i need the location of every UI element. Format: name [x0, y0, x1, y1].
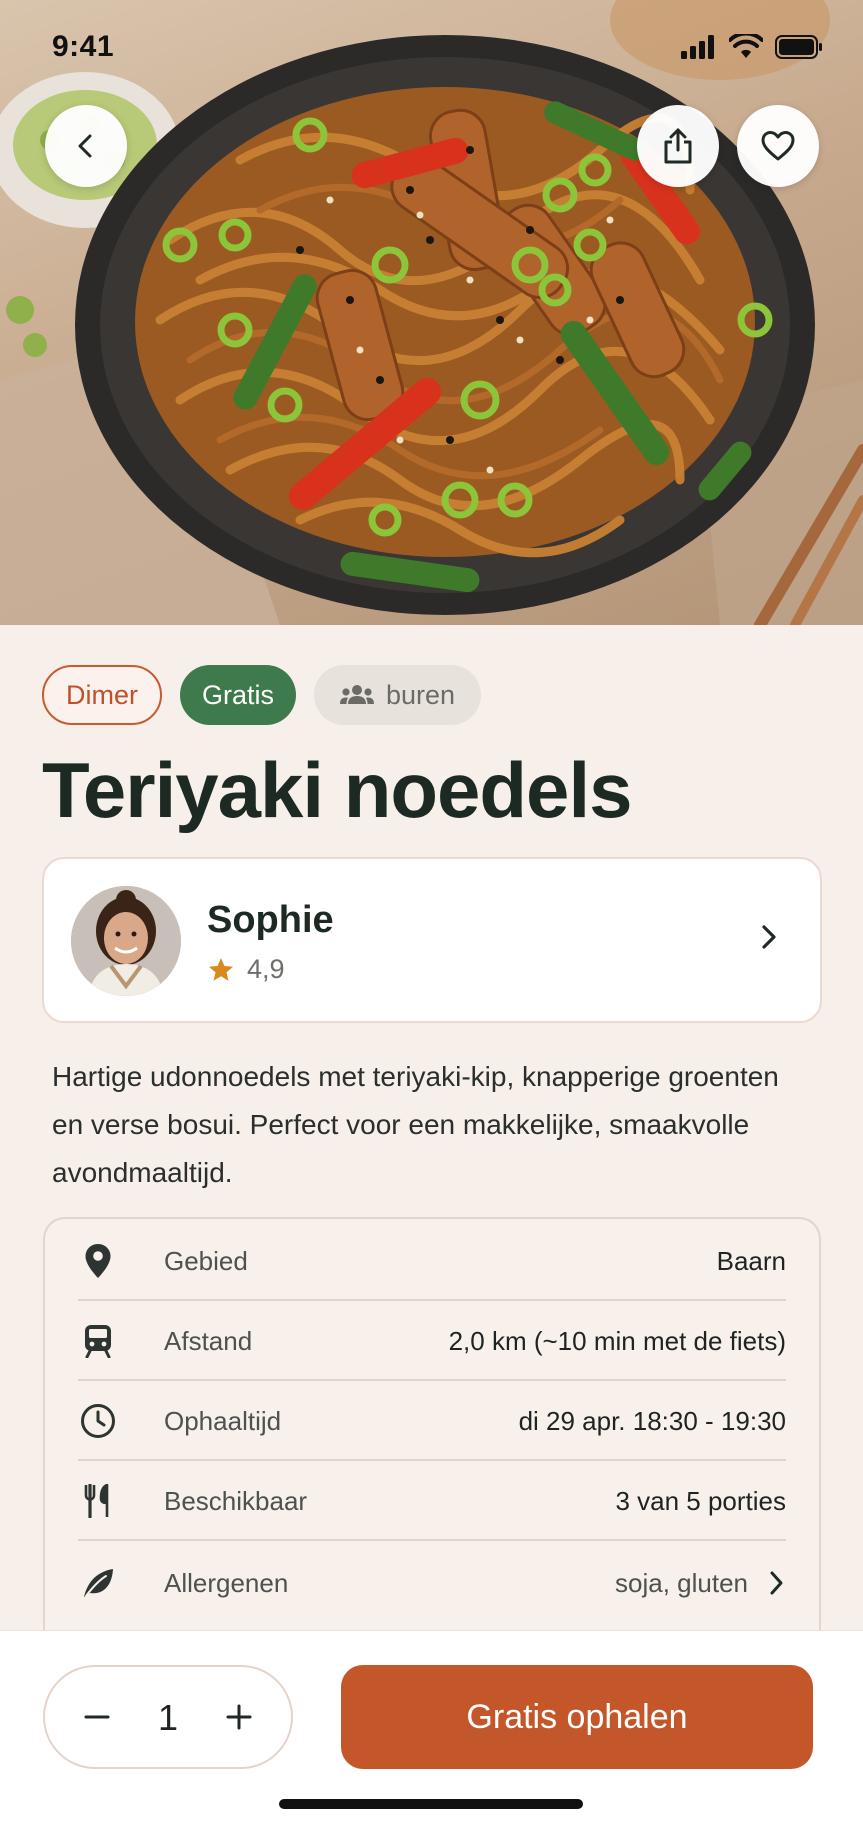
detail-value: 2,0 km (~10 min met de fiets)	[448, 1325, 786, 1356]
hero-image: 9:41	[0, 0, 863, 625]
dish-description: Hartige udonnoedels met teriyaki-kip, kn…	[52, 1061, 779, 1188]
chevron-right-icon	[762, 925, 776, 949]
cook-profile-card[interactable]: Sophie 4,9	[42, 857, 822, 1023]
meal-type-tag: Dimer	[42, 665, 162, 725]
detail-row-distance: Afstand 2,0 km (~10 min met de fiets)	[78, 1301, 786, 1381]
status-time: 9:41	[52, 30, 115, 63]
battery-icon	[775, 35, 822, 59]
detail-value: soja, gluten	[615, 1567, 748, 1598]
cook-name: Sophie	[207, 899, 334, 941]
detail-label: Allergenen	[164, 1567, 289, 1598]
detail-row-available: Beschikbaar 3 van 5 porties	[78, 1461, 786, 1541]
back-icon	[78, 134, 92, 158]
cutlery-icon	[84, 1484, 109, 1518]
detail-value: di 29 apr. 18:30 - 19:30	[518, 1405, 786, 1436]
detail-label: Gebied	[164, 1245, 248, 1276]
increase-button[interactable]	[211, 1689, 267, 1745]
share-button[interactable]	[637, 105, 719, 187]
detail-label: Ophaaltijd	[164, 1405, 282, 1436]
wifi-icon	[729, 34, 763, 58]
location-pin-icon	[85, 1244, 111, 1278]
details-table: Gebied Baarn Afstand 2,0 km (~10 min met…	[43, 1217, 821, 1637]
audience-tag-label: buren	[386, 679, 456, 710]
detail-label: Beschikbaar	[164, 1485, 308, 1516]
plus-icon	[226, 1704, 252, 1730]
audience-tag: buren	[314, 665, 482, 725]
price-tag: Gratis	[180, 665, 297, 725]
tag-list: Dimer Gratis buren	[42, 665, 482, 725]
page-title: Teriyaki noedels	[42, 746, 632, 834]
home-indicator	[279, 1799, 583, 1809]
detail-row-pickup-time: Ophaaltijd di 29 apr. 18:30 - 19:30	[78, 1381, 786, 1461]
detail-label: Afstand	[164, 1325, 253, 1356]
heart-icon	[761, 131, 795, 161]
clock-icon	[81, 1404, 115, 1438]
star-icon	[208, 957, 234, 981]
avatar	[71, 886, 181, 996]
signal-icon	[681, 35, 714, 59]
claim-button[interactable]: Gratis ophalen	[341, 1665, 813, 1769]
detail-row-area: Gebied Baarn	[78, 1221, 786, 1301]
detail-row-allergens[interactable]: Allergenen soja, gluten	[78, 1543, 786, 1623]
rating-value: 4,9	[247, 954, 285, 984]
train-icon	[85, 1325, 111, 1358]
order-bar: 1 Gratis ophalen	[0, 1630, 863, 1822]
share-icon	[664, 128, 692, 164]
status-bar: 9:41	[0, 0, 863, 100]
detail-value: 3 van 5 porties	[615, 1485, 786, 1516]
chevron-right-icon	[770, 1571, 783, 1595]
detail-value: Baarn	[716, 1245, 786, 1276]
back-button[interactable]	[45, 105, 127, 187]
favorite-button[interactable]	[737, 105, 819, 187]
cook-rating: 4,9	[207, 954, 285, 985]
quantity-stepper: 1	[43, 1665, 293, 1769]
leaf-icon	[84, 1569, 113, 1597]
group-icon	[340, 685, 375, 704]
